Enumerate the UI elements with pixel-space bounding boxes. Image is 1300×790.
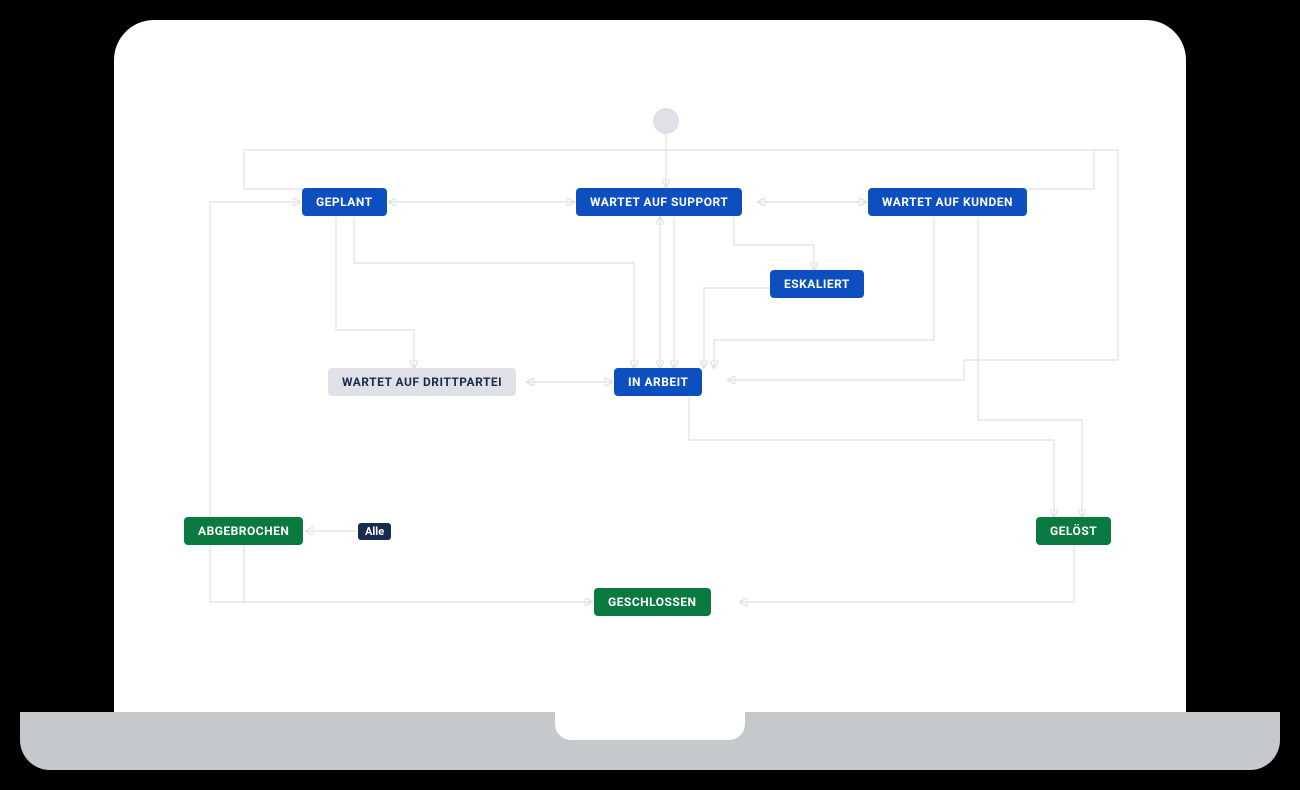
node-wartet-support[interactable]: WARTET AUF SUPPORT — [576, 188, 742, 216]
chip-alle[interactable]: Alle — [358, 523, 391, 540]
node-label: WARTET AUF KUNDEN — [882, 195, 1013, 209]
node-abgebrochen[interactable]: ABGEBROCHEN — [184, 517, 303, 545]
laptop-notch — [555, 712, 745, 740]
node-geloest[interactable]: GELÖST — [1036, 517, 1111, 545]
node-label: ESKALIERT — [784, 277, 850, 291]
workflow-canvas: GEPLANT WARTET AUF SUPPORT WARTET AUF KU… — [114, 20, 1186, 720]
node-label: WARTET AUF DRITTPARTEI — [342, 375, 502, 389]
node-wartet-drittpartei[interactable]: WARTET AUF DRITTPARTEI — [328, 368, 516, 396]
node-in-arbeit[interactable]: IN ARBEIT — [614, 368, 702, 396]
start-node — [653, 108, 679, 134]
node-label: IN ARBEIT — [628, 375, 688, 389]
laptop-base — [20, 712, 1280, 770]
laptop-screen: GEPLANT WARTET AUF SUPPORT WARTET AUF KU… — [114, 20, 1186, 720]
node-label: WARTET AUF SUPPORT — [590, 195, 728, 209]
node-eskaliert[interactable]: ESKALIERT — [770, 270, 864, 298]
node-label: GESCHLOSSEN — [608, 595, 697, 609]
node-geplant[interactable]: GEPLANT — [302, 188, 387, 216]
node-label: ABGEBROCHEN — [198, 524, 289, 538]
node-label: GEPLANT — [316, 195, 373, 209]
node-label: GELÖST — [1050, 524, 1097, 538]
node-geschlossen[interactable]: GESCHLOSSEN — [594, 588, 711, 616]
node-wartet-kunden[interactable]: WARTET AUF KUNDEN — [868, 188, 1027, 216]
chip-label: Alle — [365, 525, 384, 538]
